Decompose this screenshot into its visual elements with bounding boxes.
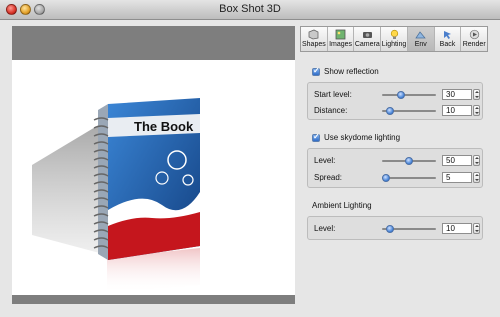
distance-slider[interactable] <box>382 107 436 115</box>
ambient-level-slider-thumb[interactable] <box>385 225 394 233</box>
skydome-checkbox-row[interactable]: Use skydome lighting <box>312 132 401 142</box>
skydome-checkbox[interactable] <box>312 132 320 142</box>
skydome-level-slider-thumb[interactable] <box>405 157 413 165</box>
toolbar-shapes-button[interactable]: Shapes <box>301 27 328 51</box>
shapes-icon <box>308 29 319 40</box>
spread-field[interactable]: 5 <box>442 172 472 183</box>
images-icon <box>335 29 346 40</box>
ambient-level-stepper[interactable] <box>473 223 480 234</box>
distance-stepper[interactable] <box>473 105 480 116</box>
toolbar-env-button[interactable]: Env <box>407 27 435 51</box>
toolbar-shapes-label: Shapes <box>301 41 326 48</box>
toolbar-env-label: Env <box>414 41 427 48</box>
camera-icon <box>362 32 372 38</box>
start-level-label: Start level: <box>314 90 352 99</box>
toolbar-render-label: Render <box>462 41 486 48</box>
ambient-level-slider[interactable] <box>382 225 436 233</box>
start-level-slider[interactable] <box>382 91 436 99</box>
book-shadow <box>32 120 107 255</box>
toolbar-lighting-button[interactable]: Lighting <box>381 27 408 51</box>
skydome-level-slider[interactable] <box>382 157 436 165</box>
spread-slider[interactable] <box>381 174 436 182</box>
ambient-level-field[interactable]: 10 <box>442 223 472 234</box>
distance-slider-thumb[interactable] <box>385 107 394 115</box>
book-preview: The Book <box>32 98 200 293</box>
lightbulb-icon <box>390 29 398 39</box>
ambient-level-label: Level: <box>314 224 336 233</box>
show-reflection-checkbox-row[interactable]: Show reflection <box>312 66 379 76</box>
distance-row: Distance: 10 <box>314 105 480 117</box>
show-reflection-label: Show reflection <box>324 67 379 76</box>
ambient-lighting-title: Ambient Lighting <box>312 201 372 210</box>
ambient-group: Level: 10 <box>307 216 483 240</box>
skydome-label: Use skydome lighting <box>324 133 401 142</box>
reflection-group: Start level: 30 Distance: 10 <box>307 82 483 120</box>
back-icon <box>443 31 451 39</box>
start-level-stepper[interactable] <box>473 89 480 100</box>
spread-label: Spread: <box>314 173 343 182</box>
skydome-level-stepper[interactable] <box>473 155 480 166</box>
toolbar-render-button[interactable]: Render <box>461 27 487 51</box>
window-title: Box Shot 3D <box>219 3 281 15</box>
ambient-level-row: Level: 10 <box>314 223 480 235</box>
title-bar: Box Shot 3D <box>0 0 500 20</box>
toolbar-back-label: Back <box>439 41 456 48</box>
spread-stepper[interactable] <box>473 172 480 183</box>
start-level-field[interactable]: 30 <box>442 89 472 100</box>
toolbar-images-button[interactable]: Images <box>328 27 355 51</box>
settings-toolbar: Shapes Images Camera Lighting Env Back R… <box>300 26 488 52</box>
skydome-group: Level: 50 Spread: 5 <box>307 148 483 188</box>
distance-label: Distance: <box>314 106 348 115</box>
toolbar-lighting-label: Lighting <box>381 41 407 48</box>
skydome-level-field[interactable]: 50 <box>442 155 472 166</box>
toolbar-back-button[interactable]: Back <box>435 27 462 51</box>
toolbar-camera-label: Camera <box>354 41 380 48</box>
spread-row: Spread: 5 <box>314 172 480 184</box>
start-level-row: Start level: 30 <box>314 89 480 101</box>
skydome-level-label: Level: <box>314 156 336 165</box>
render-icon <box>469 29 479 40</box>
distance-field[interactable]: 10 <box>442 105 472 116</box>
book-title-text: The Book <box>134 119 194 134</box>
toolbar-images-label: Images <box>329 41 353 48</box>
environment-icon <box>415 31 426 39</box>
spread-slider-thumb[interactable] <box>381 174 390 182</box>
preview-canvas[interactable]: The Book <box>12 60 295 295</box>
start-level-slider-thumb[interactable] <box>396 91 405 99</box>
skydome-level-row: Level: 50 <box>314 155 480 167</box>
preview-frame: The Book <box>12 26 295 304</box>
app-window: Box Shot 3D The Book Shapes Images Camer… <box>0 0 500 317</box>
toolbar-camera-button[interactable]: Camera <box>354 27 382 51</box>
show-reflection-checkbox[interactable] <box>312 66 320 76</box>
